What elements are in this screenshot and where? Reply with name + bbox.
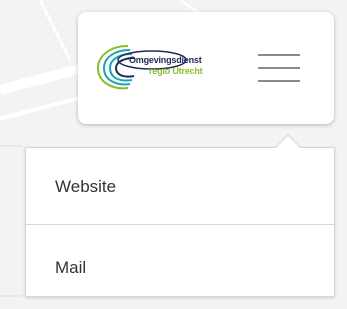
hamburger-menu-icon [258,80,300,82]
omgevingsdienst-logo[interactable]: Omgevingsdienst regio Utrecht [92,38,228,96]
hamburger-menu-icon [258,54,300,56]
menu-item-label: Mail [55,258,87,277]
logo-region-text: regio Utrecht [149,66,203,76]
logo-region-prefix: regio [149,66,171,76]
logo-region-suffix: Utrecht [172,66,203,76]
menu-item-mail[interactable]: Mail [26,225,334,299]
menu-item-label: Website [55,177,117,196]
hamburger-menu-icon [258,67,300,69]
logo-name-text: Omgevingsdienst [129,55,202,65]
header-card: Omgevingsdienst regio Utrecht [78,12,334,124]
hamburger-menu-button[interactable] [250,46,306,90]
dropdown-menu: Website Mail [25,147,335,297]
